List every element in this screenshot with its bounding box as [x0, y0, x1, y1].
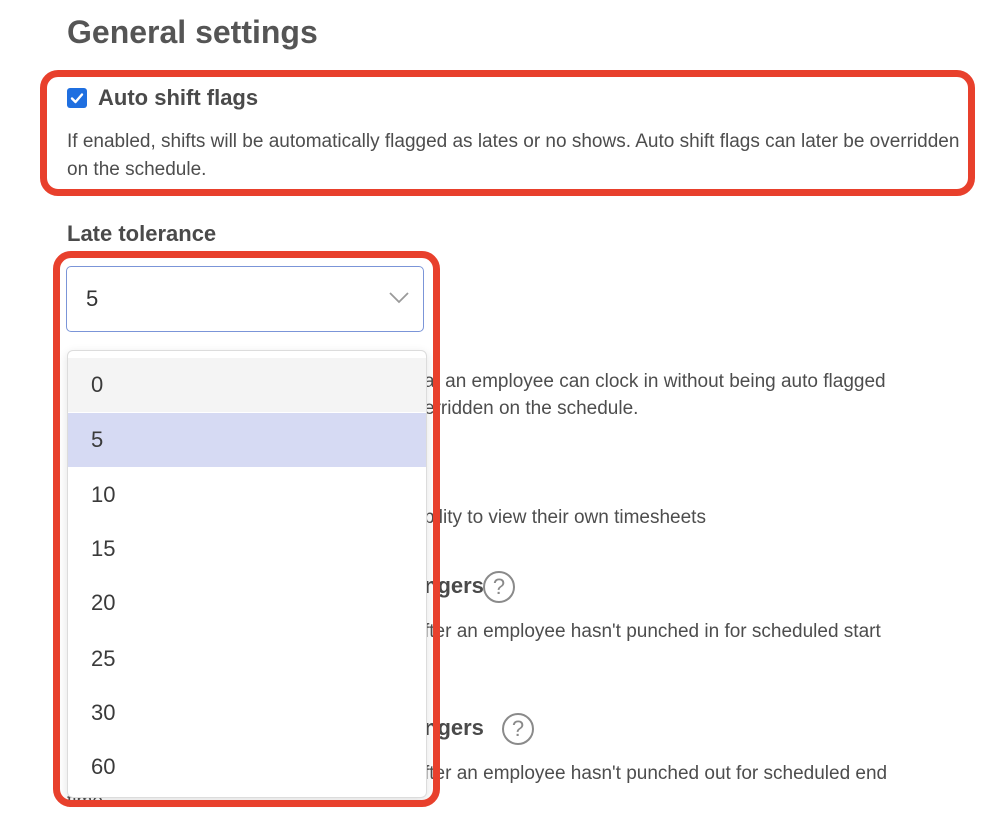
highlight-auto-shift-flags	[40, 70, 975, 196]
late-tolerance-description-line1: at an employee can clock in without bein…	[424, 371, 886, 392]
timesheets-description: bility to view their own timesheets	[424, 507, 706, 528]
help-icon[interactable]: ?	[483, 571, 515, 603]
late-tolerance-description-line2: erridden on the schedule.	[424, 398, 639, 419]
highlight-late-tolerance-dropdown	[53, 251, 440, 807]
page-title: General settings	[67, 14, 318, 50]
missed-punch-in-description: fter an employee hasn't punched in for s…	[424, 621, 881, 642]
late-tolerance-label: Late tolerance	[67, 221, 217, 246]
help-icon[interactable]: ?	[502, 713, 534, 745]
missed-punch-out-description: fter an employee hasn't punched out for …	[424, 763, 888, 784]
